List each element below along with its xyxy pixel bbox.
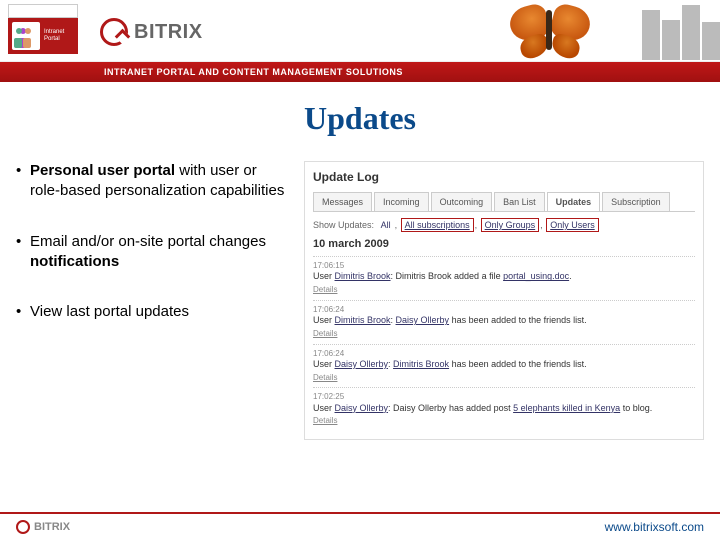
slide-title: Updates — [0, 100, 720, 137]
entry-time: 17:06:24 — [313, 305, 695, 315]
footer-brand: BITRIX — [34, 521, 70, 533]
logo-circle-icon — [100, 18, 128, 46]
entry-user-link[interactable]: Dimitris Brook — [335, 271, 391, 281]
tab-updates[interactable]: Updates — [547, 192, 601, 211]
entry-time: 17:02:25 — [313, 392, 695, 402]
entry-user-link[interactable]: Dimitris Brook — [335, 315, 391, 325]
bullet-item: View last portal updates — [16, 302, 286, 322]
tab-messages[interactable]: Messages — [313, 192, 372, 211]
entry-time: 17:06:24 — [313, 349, 695, 359]
slide-header: IntranetPortal BITRIX — [0, 0, 720, 62]
log-entry: 17:02:25User Daisy Ollerby: Daisy Ollerb… — [313, 387, 695, 431]
entry-object-link[interactable]: 5 elephants killed in Kenya — [513, 403, 620, 413]
filter-row: Show Updates: All, All subscriptions, On… — [313, 220, 695, 230]
brand-logo: BITRIX — [100, 18, 203, 46]
filter-all-subs[interactable]: All subscriptions — [401, 218, 474, 232]
panel-title: Update Log — [313, 170, 695, 184]
details-link[interactable]: Details — [313, 285, 337, 295]
tagline-bar: INTRANET PORTAL AND CONTENT MANAGEMENT S… — [0, 62, 720, 82]
entry-object-link[interactable]: portal_using.doc — [503, 271, 569, 281]
entry-user-link[interactable]: Daisy Ollerby — [335, 359, 389, 369]
entry-time: 17:06:15 — [313, 261, 695, 271]
details-link[interactable]: Details — [313, 329, 337, 339]
entry-user-link[interactable]: Daisy Ollerby — [335, 403, 389, 413]
embedded-screenshot: Update Log Messages Incoming Outcoming B… — [304, 161, 704, 440]
people-icon — [12, 22, 40, 50]
log-entry: 17:06:24User Dimitris Brook: Daisy Oller… — [313, 300, 695, 344]
log-entry: 17:06:24User Daisy Ollerby: Dimitris Bro… — [313, 344, 695, 388]
filter-all[interactable]: All — [378, 219, 394, 231]
bullet-item: Personal user portal with user or role-b… — [16, 161, 286, 202]
bullet-item: Email and/or on-site portal changes noti… — [16, 232, 286, 273]
entry-object-link[interactable]: Daisy Ollerby — [396, 315, 450, 325]
bullet-list: Personal user portal with user or role-b… — [16, 161, 286, 440]
brand-name: BITRIX — [134, 21, 203, 44]
logo-circle-icon — [16, 520, 30, 534]
filter-only-users[interactable]: Only Users — [546, 218, 599, 232]
details-link[interactable]: Details — [313, 416, 337, 426]
date-heading: 10 march 2009 — [313, 238, 695, 250]
filter-only-groups[interactable]: Only Groups — [481, 218, 540, 232]
footer-logo: BITRIX — [16, 520, 70, 534]
tab-banlist[interactable]: Ban List — [494, 192, 545, 211]
tab-subscription[interactable]: Subscription — [602, 192, 670, 211]
details-link[interactable]: Details — [313, 373, 337, 383]
log-entry: 17:06:15User Dimitris Brook: Dimitris Br… — [313, 256, 695, 300]
entry-list: 17:06:15User Dimitris Brook: Dimitris Br… — [313, 256, 695, 431]
tab-bar: Messages Incoming Outcoming Ban List Upd… — [313, 192, 695, 212]
product-box-icon: IntranetPortal — [8, 4, 78, 54]
slide-footer: BITRIX www.bitrixsoft.com — [0, 512, 720, 540]
cityscape-icon — [600, 0, 720, 60]
slide-content: Personal user portal with user or role-b… — [0, 161, 720, 440]
tab-outcoming[interactable]: Outcoming — [431, 192, 493, 211]
entry-object-link[interactable]: Dimitris Brook — [393, 359, 449, 369]
footer-url: www.bitrixsoft.com — [605, 520, 704, 534]
butterfly-icon — [510, 2, 590, 58]
tagline-text: INTRANET PORTAL AND CONTENT MANAGEMENT S… — [104, 67, 403, 77]
tab-incoming[interactable]: Incoming — [374, 192, 429, 211]
